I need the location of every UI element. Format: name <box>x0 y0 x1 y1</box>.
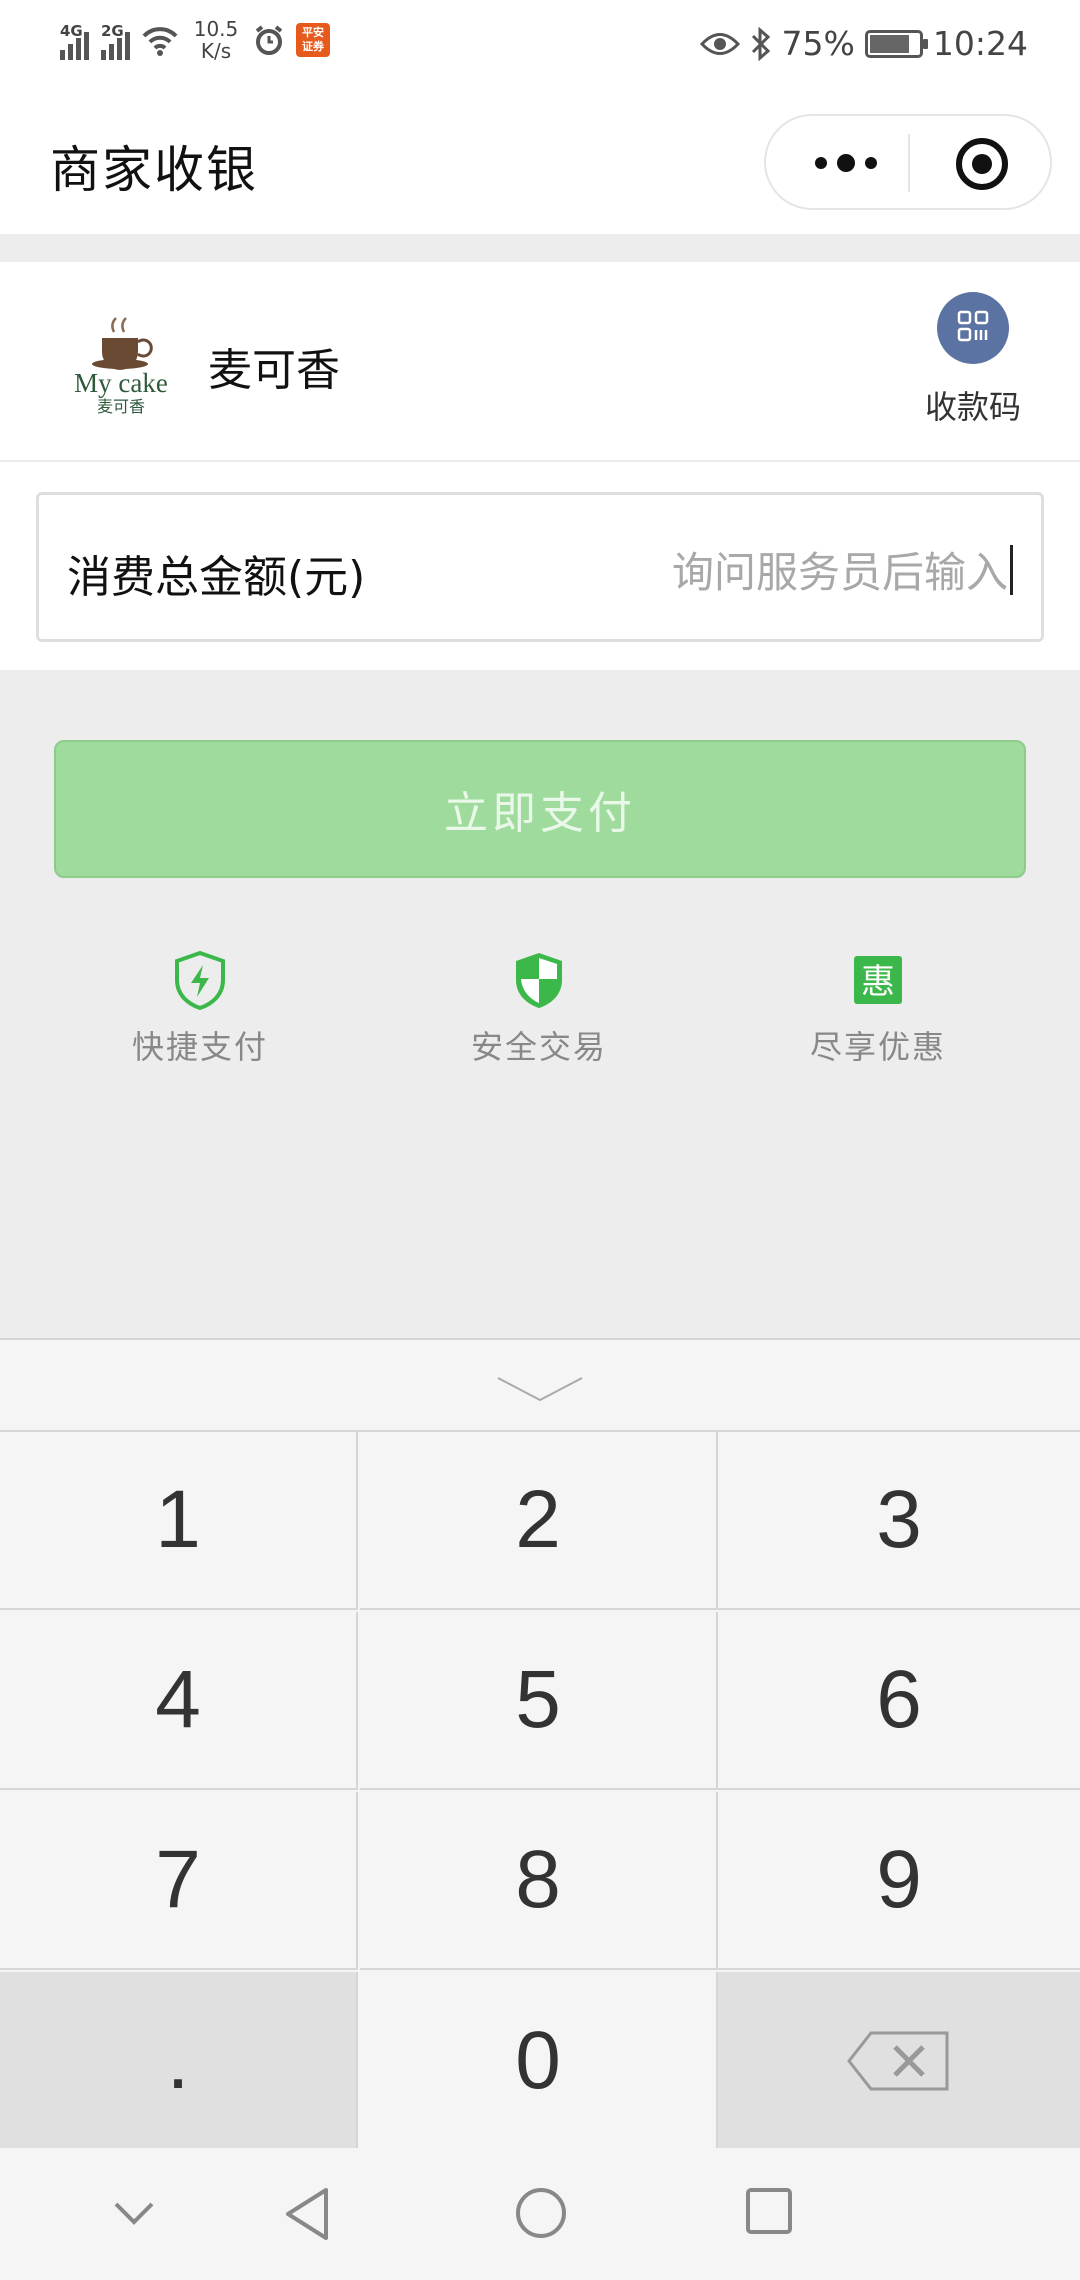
discount-hui-icon: 惠 <box>854 956 902 1004</box>
key-5[interactable]: 5 <box>360 1612 718 1790</box>
more-dot-icon <box>837 154 855 172</box>
feature-label: 快捷支付 <box>131 1028 268 1066</box>
clock: 10:24 <box>932 24 1028 63</box>
status-right: 75% 10:24 <box>699 24 1028 63</box>
key-6[interactable]: 6 <box>718 1612 1080 1790</box>
back-triangle-icon[interactable] <box>284 2186 330 2242</box>
key-8[interactable]: 8 <box>360 1792 718 1970</box>
title-bar: 商家收银 <box>0 92 1080 234</box>
battery-fill <box>869 34 909 53</box>
recents-square-icon[interactable] <box>744 2186 794 2236</box>
amount-field[interactable]: 消费总金额(元) 询问服务员后输入 <box>36 492 1044 642</box>
more-dot-icon <box>815 157 827 169</box>
amount-input[interactable]: 询问服务员后输入 <box>672 539 1013 600</box>
status-bar: 4G 2G 10.5 K/s 平安 证券 75% 10:24 <box>0 0 1080 92</box>
network-speed: 10.5 K/s <box>190 18 242 62</box>
feature-discount: 惠 尽享优惠 <box>768 950 988 1068</box>
qr-code-icon <box>937 292 1009 364</box>
more-dot-icon <box>865 157 877 169</box>
hui-glyph: 惠 <box>861 962 895 1002</box>
feature-quick-pay: 快捷支付 <box>90 950 310 1068</box>
speed-value: 10.5 <box>193 17 239 41</box>
alarm-icon <box>255 25 283 55</box>
merchant-logo: My cake 麦可香 <box>58 302 184 422</box>
backspace-icon <box>847 2031 949 2091</box>
security-shield-icon <box>516 953 562 1008</box>
key-0[interactable]: 0 <box>360 1972 718 2150</box>
page-title: 商家收银 <box>50 141 258 199</box>
status-left: 4G 2G 10.5 K/s 平安 证券 <box>58 18 330 62</box>
feature-label: 安全交易 <box>470 1028 607 1066</box>
feature-label: 尽享优惠 <box>809 1028 946 1066</box>
logo-text-en: My cake <box>74 368 168 398</box>
merchant-card: My cake 麦可香 麦可香 收款码 <box>0 262 1080 462</box>
chevron-down-icon <box>497 1377 583 1402</box>
key-dot[interactable]: . <box>0 1972 358 2150</box>
feature-secure-trade: 安全交易 <box>429 950 649 1068</box>
key-7[interactable]: 7 <box>0 1792 358 1970</box>
signal-icon: 4G <box>58 20 89 60</box>
battery-percent: 75% <box>781 24 855 63</box>
speed-unit: K/s <box>200 39 232 63</box>
key-1[interactable]: 1 <box>0 1432 358 1610</box>
merchant-name: 麦可香 <box>208 345 340 396</box>
home-circle-icon[interactable] <box>514 2186 568 2240</box>
system-nav-bar <box>0 2148 1080 2280</box>
key-2[interactable]: 2 <box>360 1432 718 1610</box>
pay-now-button[interactable]: 立即支付 <box>54 740 1026 878</box>
qr-code-button[interactable]: 收款码 <box>906 292 1040 428</box>
qr-code-label: 收款码 <box>924 388 1021 426</box>
logo-text-cn: 麦可香 <box>97 397 145 416</box>
signal-icon-2: 2G <box>99 20 130 60</box>
capsule-menu <box>764 114 1052 210</box>
lightning-shield-icon <box>175 950 225 1010</box>
key-9[interactable]: 9 <box>718 1792 1080 1970</box>
amount-label: 消费总金额(元) <box>67 552 366 603</box>
network-type-1: 4G <box>60 22 83 40</box>
more-button[interactable] <box>796 134 896 192</box>
capsule-divider <box>908 134 910 192</box>
collapse-keyboard-button[interactable] <box>0 1340 1080 1432</box>
key-3[interactable]: 3 <box>718 1432 1080 1610</box>
amount-placeholder: 询问服务员后输入 <box>671 548 1008 597</box>
close-miniprogram-button[interactable] <box>954 136 1010 192</box>
text-cursor <box>1010 544 1013 595</box>
amount-section: 消费总金额(元) 询问服务员后输入 <box>0 462 1080 670</box>
backspace-key[interactable] <box>718 1972 1080 2150</box>
wifi-icon <box>142 27 178 56</box>
numeric-keyboard: 1 2 3 4 5 6 7 8 9 . 0 <box>0 1338 1080 2150</box>
app-notification-icon: 平安 证券 <box>296 23 330 57</box>
bluetooth-icon <box>751 26 770 61</box>
hide-nav-chevron-icon[interactable] <box>112 2200 156 2226</box>
network-type-2: 2G <box>101 22 124 40</box>
battery-icon <box>864 29 928 58</box>
eye-icon <box>699 32 740 55</box>
key-4[interactable]: 4 <box>0 1612 358 1790</box>
